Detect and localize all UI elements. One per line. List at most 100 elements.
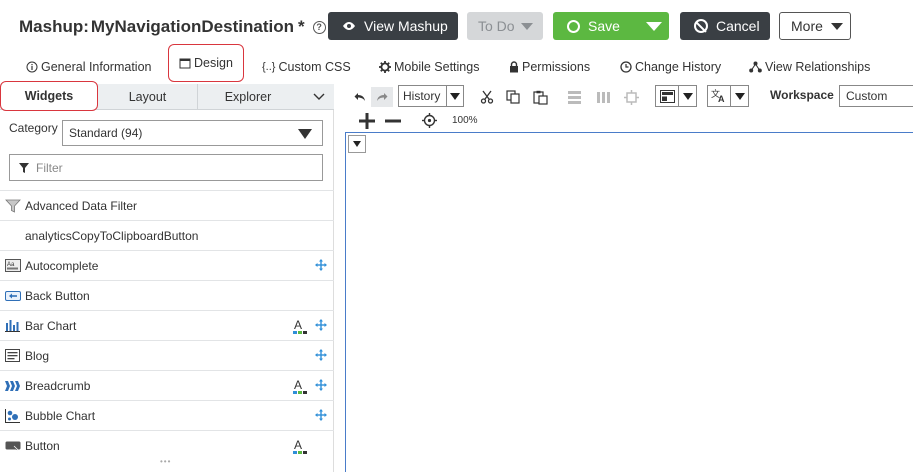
workspace-value: Custom: [846, 89, 888, 103]
list-item[interactable]: Bar Chart A: [0, 310, 334, 340]
filter-field[interactable]: [9, 154, 323, 181]
list-item[interactable]: Breadcrumb A: [0, 370, 334, 400]
align-rows-icon: [567, 90, 581, 104]
history-select[interactable]: History: [398, 85, 464, 107]
view-mashup-button[interactable]: View Mashup: [328, 12, 458, 40]
copy-button[interactable]: [505, 87, 521, 107]
language-select[interactable]: 文A: [707, 85, 749, 107]
style-icon[interactable]: A: [293, 378, 307, 397]
category-label: Category: [9, 121, 58, 135]
widget-label: Bar Chart: [25, 318, 77, 333]
tab-label: Custom CSS: [278, 60, 351, 74]
eye-icon: [343, 22, 355, 30]
target-icon: [623, 89, 639, 105]
zoom-in-button[interactable]: [359, 113, 375, 132]
tab-widgets[interactable]: Widgets: [0, 81, 98, 111]
move-icon[interactable]: [315, 349, 327, 364]
panel-tabs: Layout Explorer Widgets: [0, 81, 334, 111]
chevron-down-icon: [298, 129, 312, 139]
lock-icon: [509, 61, 519, 73]
hierarchy-icon: [749, 61, 762, 73]
tab-mobile-settings[interactable]: Mobile Settings: [379, 58, 479, 76]
todo-button[interactable]: To Do: [467, 12, 543, 40]
workspace-select[interactable]: Custom: [839, 85, 913, 107]
history-label: History: [403, 89, 441, 103]
align-rows-button[interactable]: [565, 87, 583, 107]
fit-button[interactable]: [622, 87, 640, 107]
tab-custom-css[interactable]: {..} Custom CSS: [262, 58, 351, 76]
ban-icon: [694, 19, 708, 33]
braces-icon: {..}: [262, 61, 276, 73]
svg-text:A: A: [294, 319, 302, 332]
widget-label: Breadcrumb: [25, 378, 91, 393]
chevron-down-icon: [353, 141, 361, 147]
panel-collapse-button[interactable]: [304, 84, 334, 110]
tab-label: Widgets: [24, 89, 74, 103]
gear-icon: [379, 61, 391, 73]
align-columns-button[interactable]: [594, 87, 612, 107]
mashup-name: MyNavigationDestination: [90, 17, 294, 36]
blank-icon: [4, 229, 21, 243]
style-icon[interactable]: A: [293, 438, 307, 457]
tab-permissions[interactable]: Permissions: [509, 58, 590, 76]
list-item[interactable]: Bubble Chart: [0, 400, 334, 430]
widget-list: Advanced Data Filter analyticsCopyToClip…: [0, 190, 334, 460]
tab-explorer[interactable]: Explorer: [198, 84, 298, 110]
undo-icon: [354, 93, 365, 101]
list-item[interactable]: Advanced Data Filter: [0, 190, 334, 220]
paste-button[interactable]: [531, 87, 549, 107]
list-item[interactable]: Button A: [0, 430, 334, 460]
copy-icon: [506, 90, 520, 104]
panel-resize-handle[interactable]: •••: [160, 457, 171, 466]
undo-button[interactable]: [351, 87, 369, 107]
unsaved-marker: *: [297, 17, 305, 36]
tab-change-history[interactable]: Change History: [620, 58, 721, 76]
filter-input[interactable]: [36, 160, 306, 175]
info-circle-icon: [26, 61, 38, 73]
layout-select[interactable]: [655, 85, 697, 107]
list-item[interactable]: Back Button: [0, 280, 334, 310]
chevron-down-icon: [520, 22, 533, 30]
list-item[interactable]: analyticsCopyToClipboardButton: [0, 220, 334, 250]
widget-label: Autocomplete: [25, 258, 99, 273]
bubble-chart-icon: [4, 408, 21, 423]
cut-button[interactable]: [479, 87, 495, 107]
tab-layout[interactable]: Layout: [98, 84, 198, 110]
save-options-button[interactable]: [639, 12, 669, 40]
chevron-down-icon: [446, 86, 463, 106]
button-icon: [4, 439, 21, 453]
question-circle-icon[interactable]: ?: [312, 20, 326, 34]
clock-icon: [620, 61, 632, 73]
container-menu-button[interactable]: [348, 135, 366, 153]
tab-general-information[interactable]: General Information: [26, 58, 151, 76]
crosshair-icon: [422, 113, 437, 128]
more-button[interactable]: More: [779, 12, 851, 40]
category-select[interactable]: Standard (94): [62, 120, 323, 146]
move-icon[interactable]: [315, 379, 327, 394]
svg-text:A: A: [294, 379, 302, 392]
more-label: More: [791, 18, 823, 34]
autocomplete-icon: Aa: [4, 259, 21, 273]
zoom-reset-button[interactable]: [422, 113, 437, 131]
widget-label: Advanced Data Filter: [25, 198, 138, 213]
bar-chart-icon: [4, 319, 21, 333]
move-icon[interactable]: [315, 259, 327, 274]
zoom-out-button[interactable]: [385, 113, 401, 132]
mashup-canvas[interactable]: [345, 132, 913, 472]
style-icon[interactable]: A: [293, 318, 307, 337]
funnel-icon: [4, 199, 21, 213]
move-icon[interactable]: [315, 319, 327, 334]
cancel-label: Cancel: [716, 18, 760, 34]
widget-label: Back Button: [25, 288, 90, 303]
list-item[interactable]: Aa Autocomplete: [0, 250, 334, 280]
move-icon[interactable]: [315, 409, 327, 424]
save-button[interactable]: Save: [553, 12, 669, 40]
cancel-button[interactable]: Cancel: [680, 12, 770, 40]
chevron-down-icon: [830, 22, 843, 30]
title-prefix: Mashup:: [19, 17, 89, 36]
list-item[interactable]: Blog: [0, 340, 334, 370]
chevron-down-icon: [679, 86, 696, 106]
redo-button[interactable]: [371, 87, 393, 107]
tab-design[interactable]: Design: [168, 44, 244, 82]
tab-view-relationships[interactable]: View Relationships: [749, 58, 870, 76]
